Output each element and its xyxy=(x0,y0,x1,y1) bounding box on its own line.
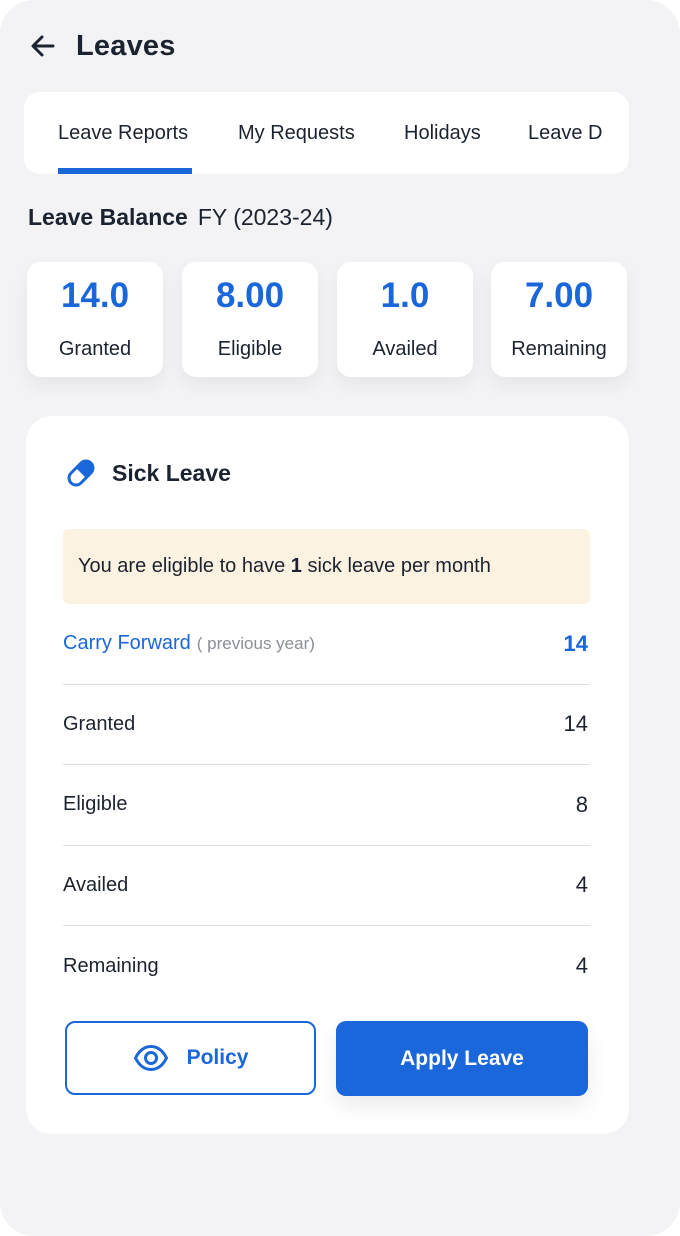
row-label: Granted xyxy=(63,712,136,735)
tab-leave-details[interactable]: Leave Details xyxy=(528,92,602,174)
row-carry-forward: Carry Forward( previous year) 14 xyxy=(63,604,590,685)
fiscal-year: FY (2023-24) xyxy=(197,204,333,230)
row-label: Carry Forward xyxy=(63,632,191,655)
row-value: 14 xyxy=(563,711,588,737)
leave-type-header: Sick Leave xyxy=(64,456,231,490)
row-label: Eligible xyxy=(63,793,128,816)
leave-type-title: Sick Leave xyxy=(112,459,231,486)
notice-prefix: You are eligible to have xyxy=(78,555,291,577)
row-value: 4 xyxy=(575,872,588,898)
row-value: 8 xyxy=(575,791,588,817)
notice-suffix: sick leave per month xyxy=(301,555,491,577)
row-label: Remaining xyxy=(63,954,159,977)
stat-value: 14.0 xyxy=(60,276,130,315)
page-title: Leaves xyxy=(76,29,176,62)
pill-icon xyxy=(64,456,98,490)
tab-my-requests[interactable]: My Requests xyxy=(238,92,355,174)
eye-icon xyxy=(133,1044,169,1072)
sick-leave-card: Sick Leave You are eligible to have 1 si… xyxy=(26,416,629,1134)
policy-button-label: Policy xyxy=(186,1046,249,1069)
stat-label: Remaining xyxy=(511,338,607,360)
tab-bar: Leave Reports My Requests Holidays Leave… xyxy=(24,92,629,174)
leaves-screen: Leaves Leave Reports My Requests Holiday… xyxy=(0,0,680,1236)
tab-holidays[interactable]: Holidays xyxy=(404,92,481,174)
stat-value: 7.00 xyxy=(524,276,594,315)
stat-value: 8.00 xyxy=(215,276,285,315)
policy-button[interactable]: Policy xyxy=(65,1021,316,1095)
leave-balance-heading: Leave Balance FY (2023-24) xyxy=(28,204,333,231)
stat-value: 1.0 xyxy=(380,276,430,315)
eligibility-notice: You are eligible to have 1 sick leave pe… xyxy=(63,529,590,604)
row-value: 14 xyxy=(563,630,588,656)
stat-label: Availed xyxy=(372,338,438,360)
row-eligible: Eligible 8 xyxy=(63,765,590,846)
tab-leave-reports[interactable]: Leave Reports xyxy=(58,92,188,174)
row-remaining: Remaining 4 xyxy=(63,926,590,1007)
row-label: Availed xyxy=(63,873,129,896)
stat-label: Granted xyxy=(58,338,132,360)
arrow-left-icon[interactable] xyxy=(28,31,58,61)
stat-card-granted: 14.0 Granted xyxy=(27,262,163,377)
row-sublabel: ( previous year) xyxy=(196,634,315,654)
leave-summary-list: Carry Forward( previous year) 14 Granted… xyxy=(63,604,590,1007)
row-granted: Granted 14 xyxy=(63,685,590,765)
row-value: 4 xyxy=(575,953,588,979)
stat-card-remaining: 7.00 Remaining xyxy=(491,262,627,377)
row-availed: Availed 4 xyxy=(63,846,590,926)
page-header: Leaves xyxy=(28,26,176,66)
apply-leave-button-label: Apply Leave xyxy=(400,1046,524,1070)
notice-count: 1 xyxy=(290,555,302,577)
leave-balance-title: Leave Balance xyxy=(28,204,188,230)
stat-card-availed: 1.0 Availed xyxy=(337,262,473,377)
active-tab-indicator xyxy=(58,168,192,174)
stat-card-eligible: 8.00 Eligible xyxy=(182,262,318,377)
apply-leave-button[interactable]: Apply Leave xyxy=(336,1021,588,1096)
stat-label: Eligible xyxy=(217,338,283,360)
